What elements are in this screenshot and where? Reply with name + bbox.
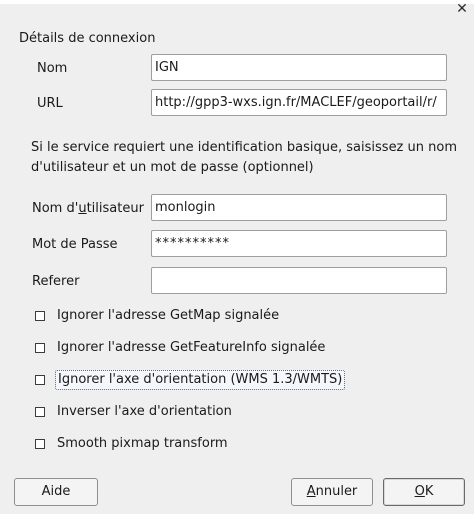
checkbox-smooth-pixmap[interactable]: Smooth pixmap transform: [35, 434, 230, 454]
ok-mnemonic: O: [414, 484, 425, 499]
checkbox-box[interactable]: [35, 375, 45, 385]
referer-label: Referer: [32, 274, 80, 289]
name-input[interactable]: IGN: [151, 54, 447, 81]
auth-info-text: Si le service requiert une identificatio…: [31, 140, 457, 175]
ok-button[interactable]: OK: [383, 478, 465, 506]
help-button[interactable]: Aide: [14, 478, 98, 506]
cancel-mnemonic: A: [306, 484, 316, 499]
checkbox-label: Ignorer l'adresse GetMap signalée: [57, 308, 280, 323]
checkbox-ignore-getfeatureinfo[interactable]: Ignorer l'adresse GetFeatureInfo signalé…: [35, 338, 327, 358]
checkbox-invert-axis-orientation[interactable]: Inverser l'axe d'orientation: [35, 402, 234, 422]
password-input[interactable]: **********: [151, 230, 447, 257]
username-label-mnemonic: u: [78, 201, 87, 216]
checkbox-box[interactable]: [35, 311, 45, 321]
cancel-label-rest: nnuler: [315, 484, 358, 499]
username-input[interactable]: monlogin: [151, 194, 447, 221]
name-label: Nom: [37, 61, 68, 76]
checkbox-label: Smooth pixmap transform: [57, 436, 228, 451]
cancel-button[interactable]: Annuler: [291, 478, 373, 506]
referer-input[interactable]: [151, 267, 447, 294]
checkbox-ignore-axis-orientation[interactable]: Ignorer l'axe d'orientation (WMS 1.3/WMT…: [35, 370, 346, 390]
checkbox-label: Ignorer l'adresse GetFeatureInfo signalé…: [57, 340, 326, 355]
username-label-post: tilisateur: [86, 201, 144, 216]
dialog-top-edge: [0, 0, 474, 4]
password-label: Mot de Passe: [32, 237, 118, 252]
checkbox-label: Ignorer l'axe d'orientation (WMS 1.3/WMT…: [55, 370, 346, 390]
close-icon[interactable]: ✕: [452, 0, 472, 18]
checkbox-box[interactable]: [35, 439, 45, 449]
ok-label-rest: K: [424, 484, 434, 499]
url-label: URL: [37, 96, 63, 111]
section-title: Détails de connexion: [19, 31, 156, 46]
url-input[interactable]: http://gpp3-wxs.ign.fr/MACLEF/geoportail…: [151, 89, 447, 116]
checkbox-label: Inverser l'axe d'orientation: [57, 404, 232, 419]
username-label-pre: Nom d': [32, 201, 79, 216]
username-label: Nom d'utilisateur: [32, 201, 144, 217]
checkbox-box[interactable]: [35, 407, 45, 417]
checkbox-ignore-getmap[interactable]: Ignorer l'adresse GetMap signalée: [35, 306, 281, 326]
checkbox-box[interactable]: [35, 343, 45, 353]
